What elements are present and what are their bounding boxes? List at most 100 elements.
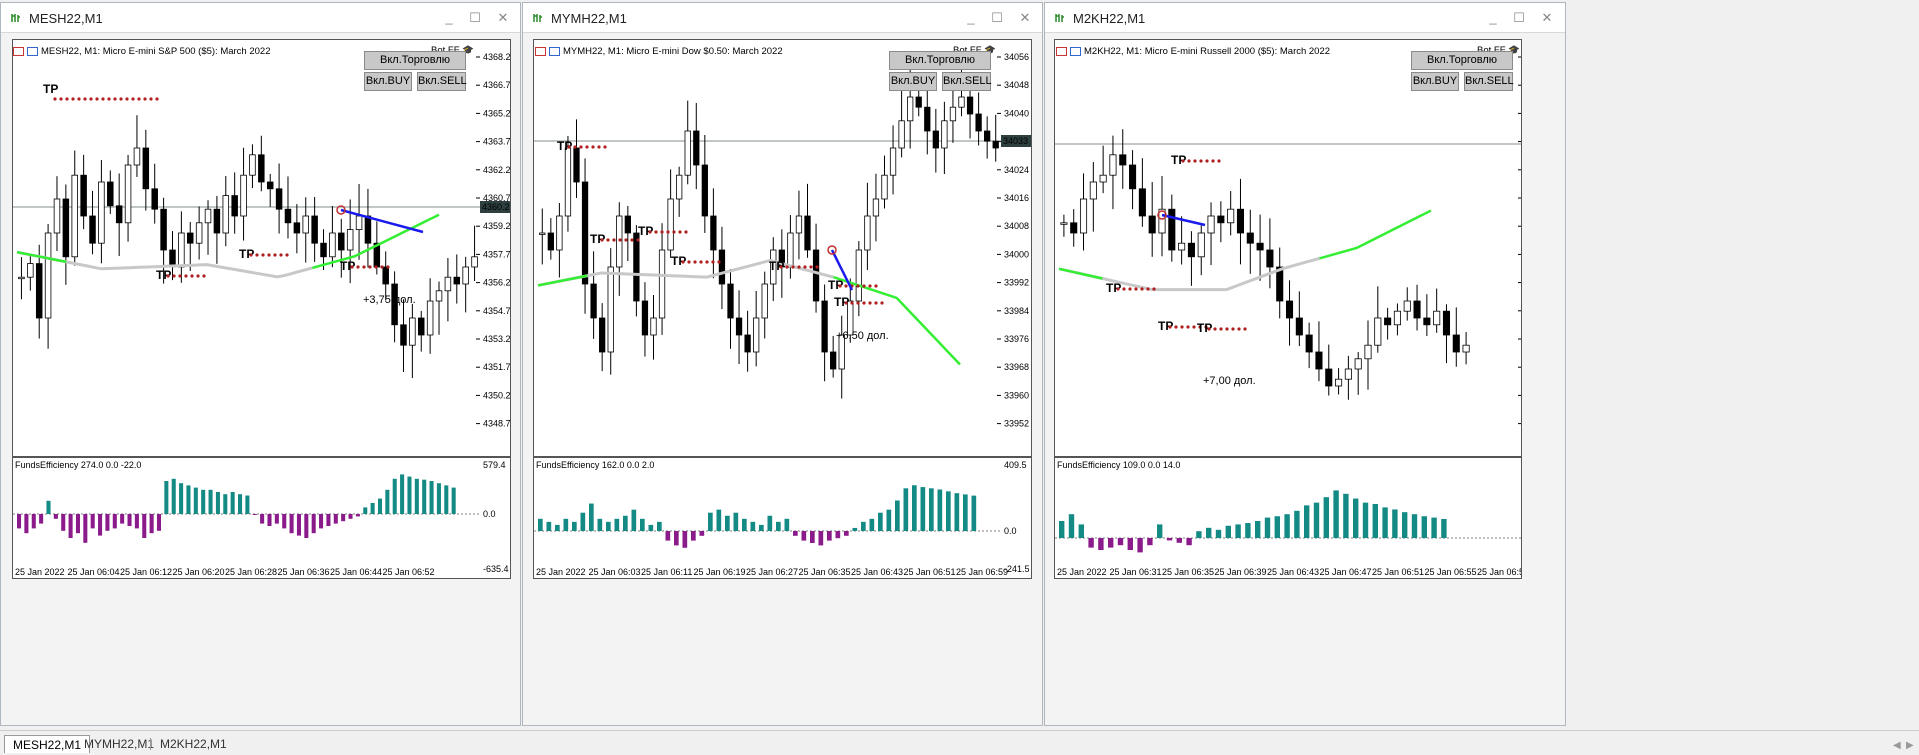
histogram-bar-positive [414, 478, 419, 514]
enable-trading-button[interactable]: Вкл.Торговлю [889, 51, 991, 70]
chart-window-icon [533, 14, 542, 22]
price-chart[interactable]: 2019.62018.92018.22017.52016.82016.12015… [1054, 39, 1522, 457]
bull-candle [1335, 378, 1343, 387]
take-profit-dot [249, 253, 253, 257]
chart-settings-icon[interactable] [13, 46, 24, 56]
bear-candle [1325, 368, 1333, 387]
histogram-bar-negative [98, 514, 103, 536]
bear-candle [320, 242, 327, 258]
enable-sell-button[interactable]: Вкл.SELL [1464, 72, 1514, 91]
histogram-bar-negative [127, 514, 132, 526]
tab-m2kh22[interactable]: M2KH22,M1 [152, 735, 235, 753]
price-axis-label: 4356.25 [483, 278, 510, 288]
enable-buy-button[interactable]: Вкл.BUY [889, 72, 937, 91]
close-button[interactable]: ✕ [1014, 8, 1036, 28]
window-titlebar[interactable]: MESH22,M1 _ ☐ ✕ [1, 3, 520, 33]
take-profit-dot [660, 230, 664, 234]
bear-candle [35, 263, 43, 319]
take-profit-dot [1225, 327, 1229, 331]
current-price-label: 4360.25 [482, 202, 510, 212]
close-button[interactable]: ✕ [1536, 8, 1558, 28]
time-axis-label: 25 Jan 06:20 [173, 567, 225, 577]
window-titlebar[interactable]: MYMH22,M1 _ ☐ ✕ [523, 3, 1042, 33]
histogram-bar-positive [912, 485, 917, 531]
take-profit-dot [606, 238, 610, 242]
enable-trading-button[interactable]: Вкл.Торговлю [1411, 51, 1513, 70]
enable-sell-button[interactable]: Вкл.SELL [417, 72, 467, 91]
take-profit-dot [1243, 327, 1247, 331]
take-profit-dot [1168, 325, 1172, 329]
time-axis-label: 25 Jan 06:52 [383, 567, 435, 577]
take-profit-dot [374, 265, 378, 269]
take-profit-dot [868, 284, 872, 288]
bull-candle [1227, 208, 1235, 224]
chart-window-mesh22[interactable]: MESH22,M1 _ ☐ ✕ 4368.254366.754365.25436… [0, 2, 521, 726]
scroll-left-icon[interactable]: ◀ [1893, 740, 1901, 751]
take-profit-dot [143, 97, 147, 101]
enable-buy-button[interactable]: Вкл.BUY [1411, 72, 1459, 91]
take-profit-dot [285, 253, 289, 257]
take-profit-dot [666, 230, 670, 234]
histogram-bar-negative [134, 514, 139, 529]
price-axis-label: 33992 [1004, 278, 1029, 288]
histogram-bar-positive [657, 521, 662, 531]
price-chart[interactable]: 4368.25 4366.75 4365.25 4363.75 4362.25 4360.… [12, 39, 511, 457]
chart-template-icon[interactable] [549, 46, 560, 56]
enable-buy-button[interactable]: Вкл.BUY [364, 72, 412, 91]
bull-candle [539, 232, 546, 235]
price-chart[interactable]: 3405634048340403403234024340163400834000… [533, 39, 1032, 457]
histogram-bar-positive [784, 518, 790, 531]
chart-window-mymh22[interactable]: MYMH22,M1 _ ☐ ✕ 340563404834040340323402… [522, 2, 1043, 726]
histogram-bar-negative [699, 531, 705, 536]
maximize-button[interactable]: ☐ [464, 8, 486, 28]
bear-candle [1295, 317, 1303, 336]
indicator-chart[interactable]: 25 Jan 2022 25 Jan 06:03 25 Jan 06:11 25 Ja… [533, 457, 1032, 579]
window-titlebar[interactable]: M2KH22,M1 _ ☐ ✕ [1045, 3, 1565, 33]
bull-candle [462, 266, 469, 285]
price-axis-label: 4353.25 [483, 334, 510, 344]
chart-settings-icon[interactable] [1056, 46, 1067, 56]
histogram-bar-positive [869, 518, 875, 531]
histogram-bar-positive [929, 488, 934, 531]
enable-sell-button[interactable]: Вкл.SELL [942, 72, 992, 91]
histogram-bar-positive [1421, 516, 1427, 538]
indicator-max-label: 409.5 [1004, 460, 1027, 470]
histogram-bar-positive [436, 483, 441, 514]
chart-template-icon[interactable] [27, 46, 38, 56]
time-axis-label: 25 Jan 06:36 [278, 567, 330, 577]
histogram-bar-positive [623, 515, 628, 531]
bear-candle [1119, 154, 1127, 166]
take-profit-dot [797, 265, 801, 269]
indicator-chart[interactable]: 25 Jan 2022 25 Jan 06:04 25 Jan 06:12 25 Ja… [12, 457, 511, 579]
bull-candle [195, 222, 203, 244]
chart-window-m2kh22[interactable]: M2KH22,M1 _ ☐ ✕ 2019.62018.92018.22017.5… [1044, 2, 1566, 726]
histogram-bar-negative [120, 514, 125, 524]
histogram-bar-negative [53, 514, 58, 519]
maximize-button[interactable]: ☐ [986, 8, 1008, 28]
minimize-button[interactable]: _ [438, 8, 460, 28]
histogram-bar-positive [171, 478, 176, 514]
bear-candle [718, 249, 726, 285]
take-profit-dot [630, 238, 634, 242]
chart-settings-icon[interactable] [535, 46, 546, 56]
bear-candle [599, 317, 606, 353]
take-profit-dot [1134, 287, 1138, 291]
close-button[interactable]: ✕ [492, 8, 514, 28]
bear-candle [1187, 242, 1195, 258]
chart-template-icon[interactable] [1070, 46, 1081, 56]
bull-candle [18, 276, 25, 280]
maximize-button[interactable]: ☐ [1508, 8, 1530, 28]
scroll-right-icon[interactable]: ▶ [1906, 740, 1914, 751]
minimize-button[interactable]: _ [960, 8, 982, 28]
minimize-button[interactable]: _ [1482, 8, 1504, 28]
take-profit-dot [71, 97, 75, 101]
take-profit-dot [874, 301, 878, 305]
indicator-chart[interactable]: 25 Jan 2022 25 Jan 06:31 25 Jan 06:35 25 Ja… [1054, 457, 1522, 579]
histogram-bar-positive [614, 518, 620, 531]
bear-candle [1217, 215, 1225, 224]
take-profit-dot [579, 145, 583, 149]
take-profit-dot [1128, 287, 1132, 291]
symbol-description: M2KH22, M1: Micro E-mini Russell 2000 ($… [1084, 45, 1331, 57]
enable-trading-button[interactable]: Вкл.Торговлю [364, 51, 466, 70]
histogram-bar-positive [648, 524, 654, 531]
